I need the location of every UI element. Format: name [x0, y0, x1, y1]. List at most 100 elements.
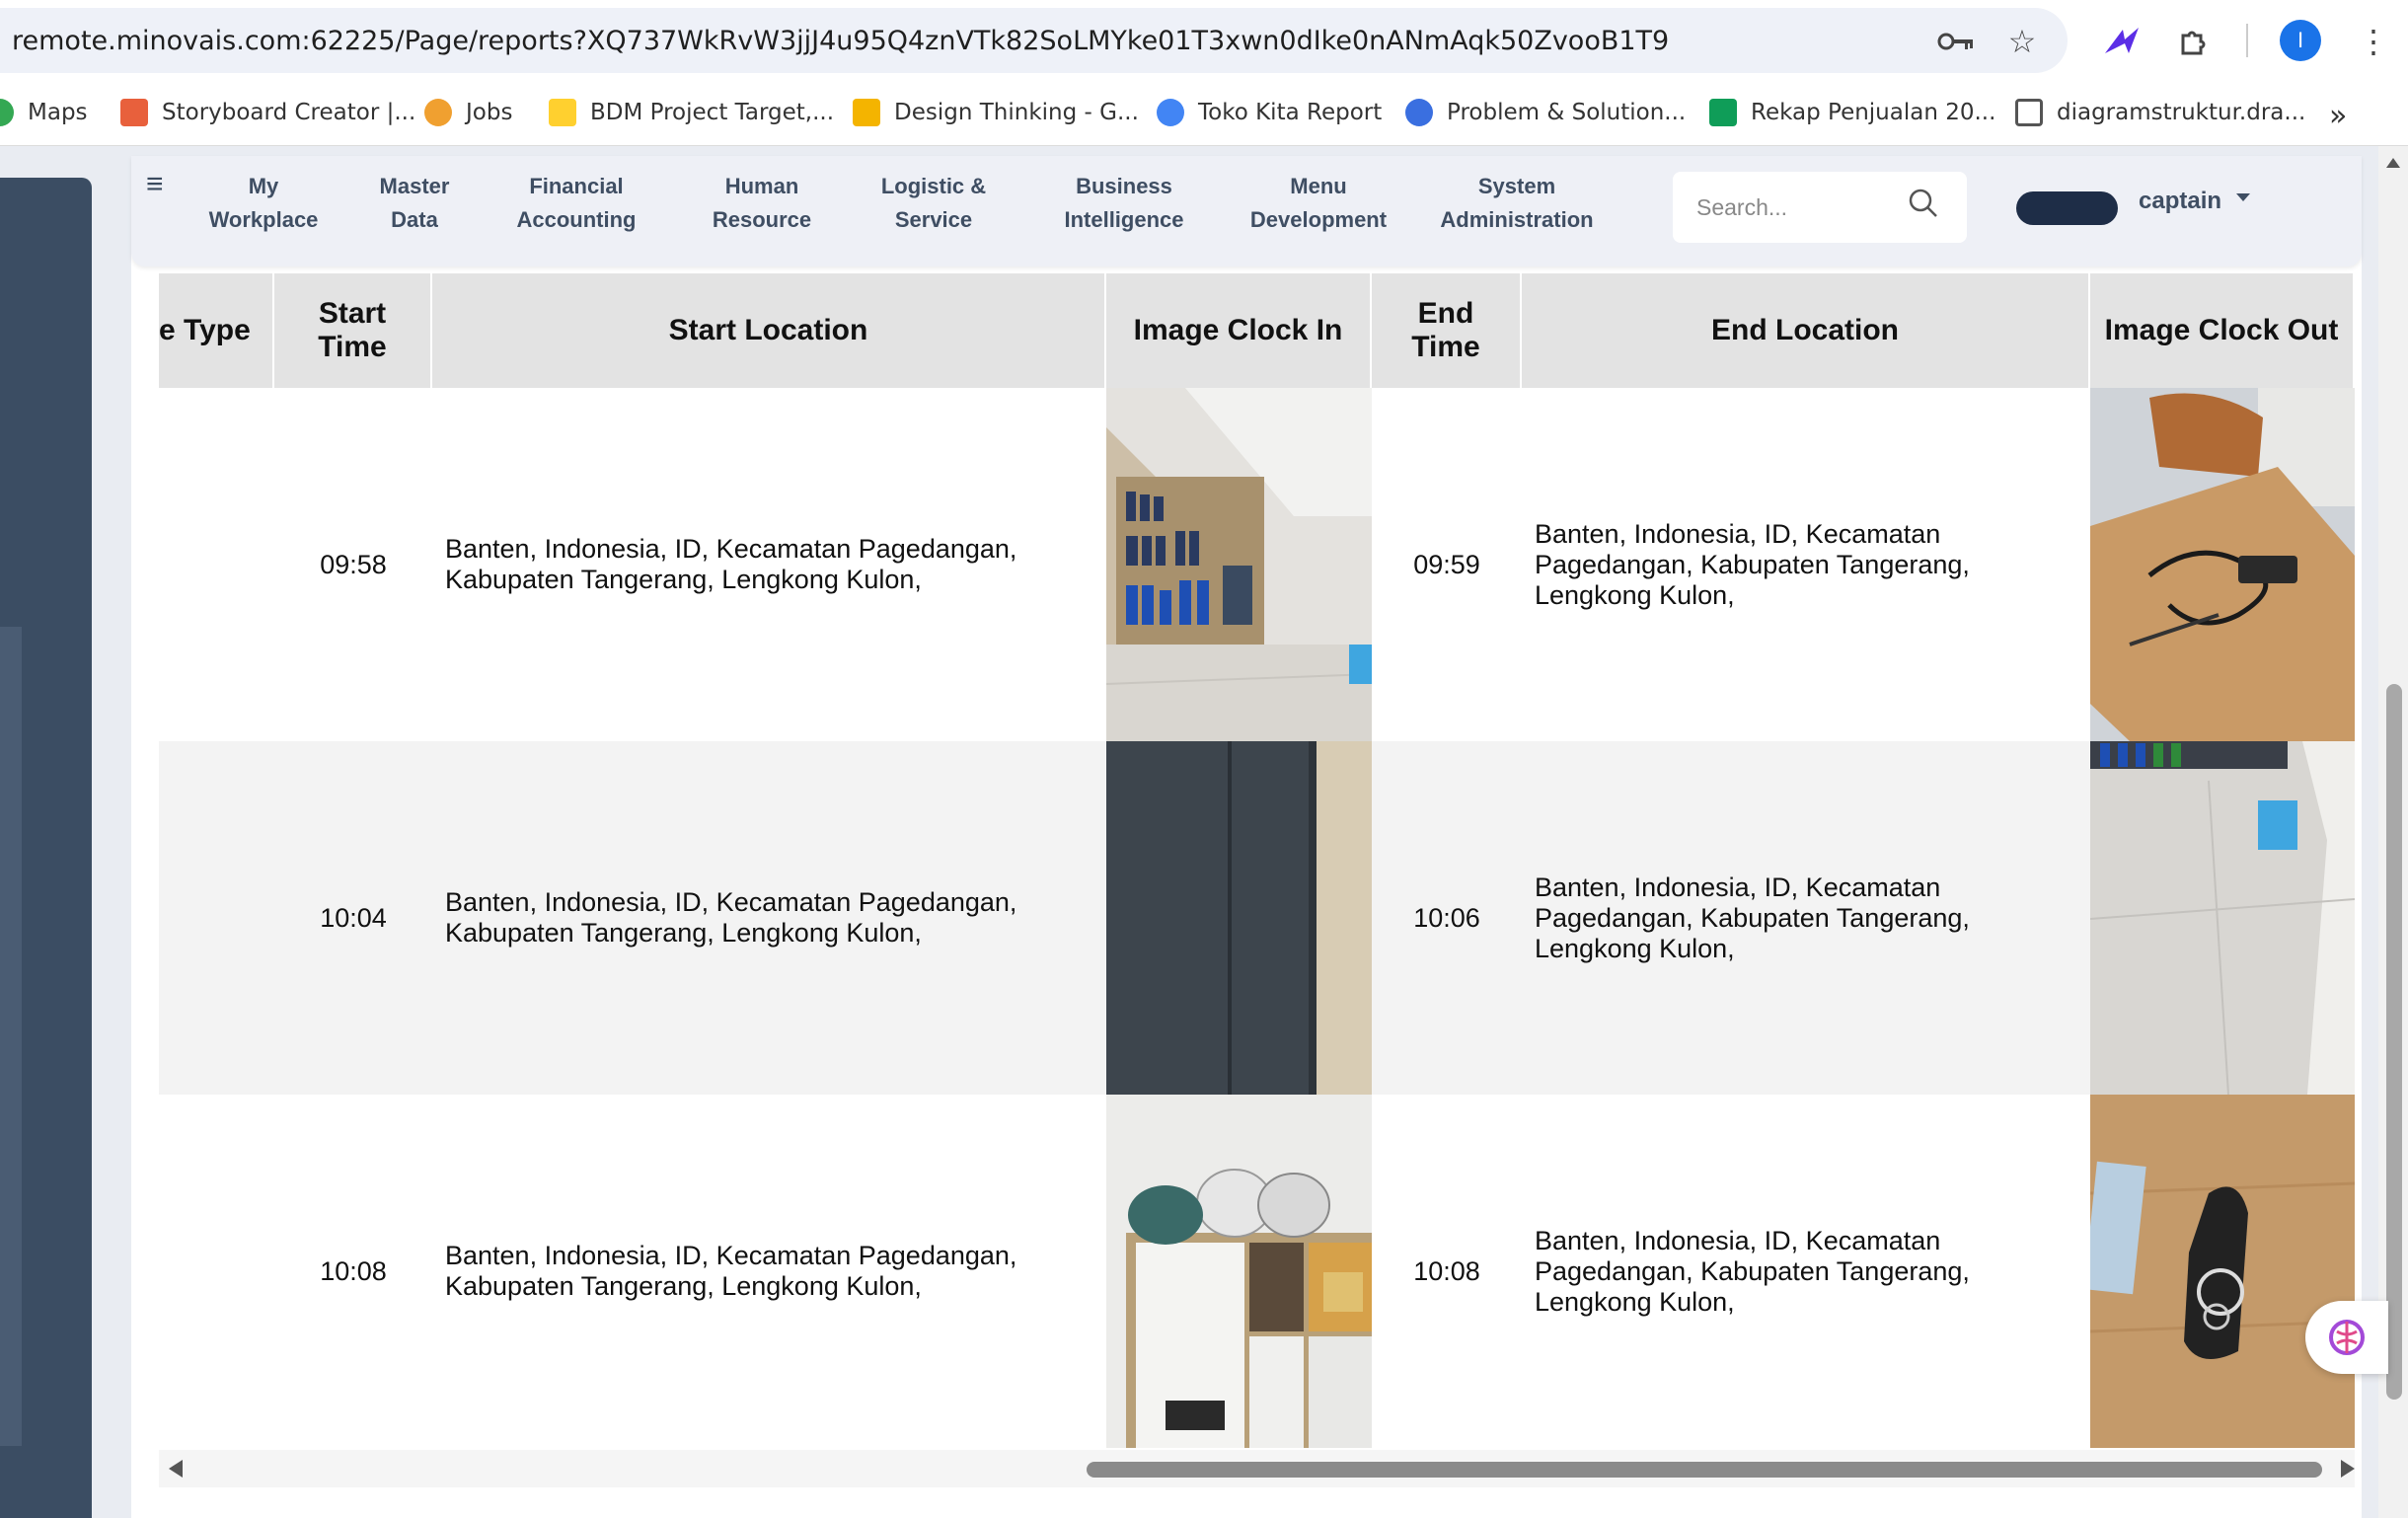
slides-icon	[853, 99, 880, 126]
end-time-cell: 10:08	[1413, 1255, 1480, 1286]
start-location-cell: Banten, Indonesia, ID, Kecamatan Pagedan…	[432, 741, 1106, 1095]
nav-label: Development	[1249, 207, 1388, 232]
search-icon[interactable]	[1908, 188, 1967, 227]
password-key-icon[interactable]	[1936, 22, 1976, 61]
col-end-location[interactable]: End Location	[1522, 273, 2090, 388]
nav-human-resource[interactable]: Human Resource	[693, 170, 831, 237]
clock-in-photo[interactable]	[1106, 388, 1372, 741]
table-row[interactable]: 09:58 Banten, Indonesia, ID, Kecamatan P…	[159, 388, 2355, 741]
col-start-time[interactable]: Start Time	[274, 273, 432, 388]
location-line: Banten, Indonesia, ID, Kecamatan Pagedan…	[445, 887, 1017, 917]
username[interactable]: captain	[2139, 188, 2221, 215]
col-label: Time	[318, 331, 387, 363]
clock-out-photo[interactable]	[2090, 1095, 2355, 1448]
brain-icon	[2329, 1320, 2365, 1355]
nav-master-data[interactable]: Master Data	[357, 170, 472, 237]
bookmark-label: Maps	[28, 100, 88, 125]
storyboard-icon	[120, 99, 148, 126]
end-location-cell: Banten, Indonesia, ID, Kecamatan Pagedan…	[1522, 1095, 2090, 1448]
nav-system-administration[interactable]: System Administration	[1431, 170, 1603, 237]
table-row[interactable]: 10:04 Banten, Indonesia, ID, Kecamatan P…	[159, 741, 2355, 1095]
col-label: Start Location	[668, 314, 868, 346]
end-time-cell: 10:06	[1413, 902, 1480, 933]
bookmark-problem-solution[interactable]: Problem & Solution...	[1405, 99, 1686, 126]
location-line: Banten, Indonesia, ID, Kecamatan	[1535, 518, 1941, 549]
url-text[interactable]: remote.minovais.com:62225/Page/reports?X…	[0, 26, 1669, 56]
bookmark-rekap-penjualan[interactable]: Rekap Penjualan 20...	[1709, 99, 1995, 126]
location-line: Kabupaten Tangerang, Lengkong Kulon,	[445, 565, 922, 594]
bookmark-maps[interactable]: Maps	[0, 99, 88, 126]
sheets-icon	[1709, 99, 1737, 126]
nav-label: Intelligence	[1064, 207, 1184, 232]
location-line: Kabupaten Tangerang, Lengkong Kulon,	[445, 1271, 922, 1301]
nav-financial-accounting[interactable]: Financial Accounting	[501, 170, 651, 237]
clock-out-photo[interactable]	[2090, 741, 2355, 1095]
drawio-icon	[2015, 99, 2043, 126]
clock-in-photo[interactable]	[1106, 741, 1372, 1095]
horizontal-scroll-thumb[interactable]	[1087, 1462, 2322, 1478]
profile-avatar[interactable]: I	[2280, 20, 2321, 61]
bookmark-jobs[interactable]: Jobs	[424, 99, 512, 126]
address-bar[interactable]: remote.minovais.com:62225/Page/reports?X…	[0, 8, 2068, 73]
bookmark-bdm[interactable]: BDM Project Target,...	[549, 99, 834, 126]
location-line: Kabupaten Tangerang, Lengkong Kulon,	[445, 918, 922, 948]
nav-label: Master	[379, 174, 450, 198]
bookmark-diagramstruktur[interactable]: diagramstruktur.dra...	[2015, 99, 2305, 126]
nav-label: Business	[1076, 174, 1172, 198]
table-header: e Type Start Time Start Location Image Cl…	[159, 273, 2355, 388]
nav-logistic-service[interactable]: Logistic & Service	[865, 170, 1003, 237]
col-label: Image Clock Out	[2104, 314, 2339, 346]
col-label: Start	[318, 297, 387, 330]
ai-assistant-button[interactable]	[2305, 1301, 2388, 1374]
horizontal-scrollbar[interactable]	[159, 1450, 2355, 1487]
search-input[interactable]: Search...	[1673, 194, 1908, 221]
nav-label: Data	[391, 207, 438, 232]
location-line: Pagedangan, Kabupaten Tangerang,	[1535, 1255, 1970, 1286]
hamburger-menu-icon[interactable]: ≡	[146, 168, 164, 201]
clock-in-photo[interactable]	[1106, 1095, 1372, 1448]
col-start-location[interactable]: Start Location	[432, 273, 1106, 388]
col-image-clock-out[interactable]: Image Clock Out	[2090, 273, 2355, 388]
browser-toolbar: remote.minovais.com:62225/Page/reports?X…	[0, 0, 2408, 81]
scroll-up-arrow-icon[interactable]	[2386, 158, 2400, 168]
end-location-cell: Banten, Indonesia, ID, Kecamatan Pagedan…	[1522, 388, 2090, 741]
location-line: Pagedangan, Kabupaten Tangerang,	[1535, 549, 1970, 579]
search-box[interactable]: Search...	[1673, 172, 1967, 243]
bookmark-design-thinking[interactable]: Design Thinking - G...	[853, 99, 1139, 126]
location-line: Pagedangan, Kabupaten Tangerang,	[1535, 902, 1970, 933]
scroll-right-arrow-icon[interactable]	[2341, 1460, 2355, 1478]
more-bookmarks-icon[interactable]: »	[2329, 99, 2347, 133]
nav-menu-development[interactable]: Menu Development	[1240, 170, 1397, 237]
start-time-cell: 09:58	[320, 549, 387, 579]
start-location-cell: Banten, Indonesia, ID, Kecamatan Pagedan…	[432, 388, 1106, 741]
end-location-cell: Banten, Indonesia, ID, Kecamatan Pagedan…	[1522, 741, 2090, 1095]
bookmark-star-icon[interactable]: ☆	[2000, 20, 2044, 63]
user-avatar[interactable]	[2016, 191, 2118, 225]
jobs-icon	[424, 99, 452, 126]
extensions-puzzle-icon[interactable]	[2171, 20, 2215, 63]
bookmark-toko-kita[interactable]: Toko Kita Report	[1157, 99, 1382, 126]
start-location-cell: Banten, Indonesia, ID, Kecamatan Pagedan…	[432, 1095, 1106, 1448]
nav-label: My	[248, 174, 279, 198]
nav-business-intelligence[interactable]: Business Intelligence	[1046, 170, 1202, 237]
vertical-scroll-thumb[interactable]	[2386, 684, 2402, 1400]
app-area: ≡ My Workplace Master Data Financial Accoun…	[0, 146, 2408, 1518]
scroll-left-arrow-icon[interactable]	[169, 1460, 183, 1478]
location-line: Banten, Indonesia, ID, Kecamatan	[1535, 872, 1941, 902]
nav-my-workplace[interactable]: My Workplace	[197, 170, 330, 237]
chevron-down-icon[interactable]	[2236, 193, 2250, 201]
clock-out-photo[interactable]	[2090, 388, 2355, 741]
col-type[interactable]: e Type	[159, 273, 274, 388]
extension-logo-icon[interactable]	[2102, 22, 2142, 61]
col-end-time[interactable]: End Time	[1372, 273, 1522, 388]
bookmark-label: BDM Project Target,...	[590, 100, 835, 125]
sidebar-panel	[0, 178, 92, 1518]
profile-initial: I	[2296, 28, 2304, 52]
browser-menu-icon[interactable]: ⋮	[2354, 20, 2393, 63]
end-time-cell: 09:59	[1413, 549, 1480, 579]
bookmark-storyboard[interactable]: Storyboard Creator |...	[120, 99, 415, 126]
col-image-clock-in[interactable]: Image Clock In	[1106, 273, 1372, 388]
bookmark-label: Jobs	[466, 100, 513, 125]
location-line: Lengkong Kulon,	[1535, 1286, 1735, 1317]
table-row[interactable]: 10:08 Banten, Indonesia, ID, Kecamatan P…	[159, 1095, 2355, 1448]
